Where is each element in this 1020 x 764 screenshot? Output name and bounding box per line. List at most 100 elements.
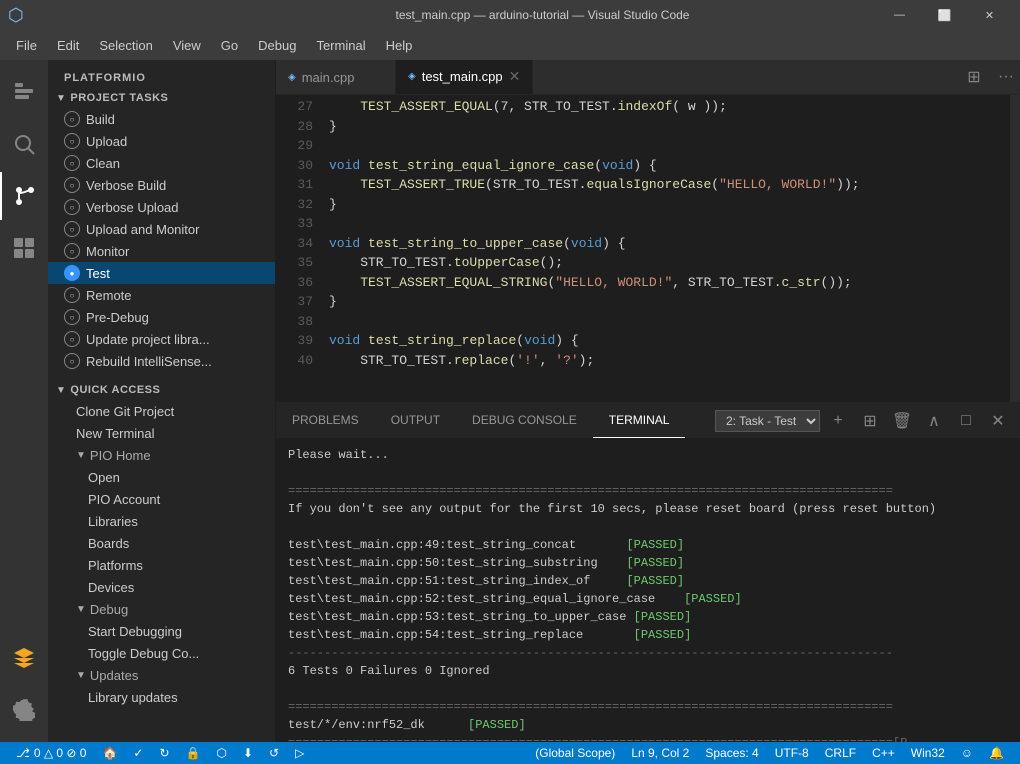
maximize-button[interactable]: ⬜ — [922, 0, 967, 30]
terminal-selector: 2: Task - Test — [715, 410, 820, 432]
library-updates[interactable]: Library updates — [48, 686, 275, 708]
updates-header[interactable]: ▼ Updates — [48, 664, 275, 686]
activity-extensions[interactable] — [0, 224, 48, 272]
sidebar: PLATFORMIO ▼ PROJECT TASKS ○ Build ○ Upl… — [48, 60, 276, 742]
split-editor-button[interactable]: ⊞ — [960, 63, 988, 91]
add-terminal-button[interactable]: + — [824, 407, 852, 435]
terminal-line: ========================================… — [288, 734, 1008, 742]
panel-maximize-button[interactable]: □ — [952, 407, 980, 435]
tab-main-cpp[interactable]: ◈ main.cpp — [276, 60, 396, 94]
task-clean[interactable]: ○ Clean — [48, 152, 275, 174]
minimize-button[interactable]: — — [877, 0, 922, 30]
task-upload-icon: ○ — [64, 133, 80, 149]
task-pre-debug[interactable]: ○ Pre-Debug — [48, 306, 275, 328]
status-spaces-label: Spaces: 4 — [705, 746, 758, 760]
terminal-content[interactable]: Please wait... =========================… — [276, 438, 1020, 742]
task-verbose-upload-icon: ○ — [64, 199, 80, 215]
status-git[interactable]: ⎇ 0 △ 0 ⊘ 0 — [8, 742, 94, 764]
more-actions-button[interactable]: ··· — [992, 63, 1020, 91]
status-sync[interactable]: ↻ — [151, 742, 177, 764]
panel-close-button[interactable]: ✕ — [984, 407, 1012, 435]
split-terminal-button[interactable]: ⊞ — [856, 407, 884, 435]
menu-file[interactable]: File — [8, 34, 45, 57]
panel-collapse-button[interactable]: ∧ — [920, 407, 948, 435]
editor-area: ◈ main.cpp ◈ test_main.cpp ✕ ⊞ ··· 27282… — [276, 60, 1020, 742]
task-update-libraries[interactable]: ○ Update project libra... — [48, 328, 275, 350]
task-rebuild-intellisense[interactable]: ○ Rebuild IntelliSense... — [48, 350, 275, 372]
pio-platforms[interactable]: Platforms — [48, 554, 275, 576]
status-encoding[interactable]: UTF-8 — [767, 742, 817, 764]
menu-terminal[interactable]: Terminal — [308, 34, 373, 57]
activity-explorer[interactable] — [0, 68, 48, 116]
activity-source-control[interactable] — [0, 172, 48, 220]
panel-tab-problems[interactable]: PROBLEMS — [276, 403, 375, 438]
menu-help[interactable]: Help — [378, 34, 421, 57]
window-controls: — ⬜ ✕ — [877, 0, 1012, 30]
status-eol[interactable]: CRLF — [817, 742, 864, 764]
status-platform-label: Win32 — [911, 746, 945, 760]
quick-access-header[interactable]: ▼ QUICK ACCESS — [48, 380, 275, 400]
task-verbose-build[interactable]: ○ Verbose Build — [48, 174, 275, 196]
pio-boards[interactable]: Boards — [48, 532, 275, 554]
status-check[interactable]: ✓ — [125, 742, 151, 764]
status-refresh[interactable]: ↺ — [261, 742, 287, 764]
pio-devices[interactable]: Devices — [48, 576, 275, 598]
task-verbose-upload[interactable]: ○ Verbose Upload — [48, 196, 275, 218]
task-upload[interactable]: ○ Upload — [48, 130, 275, 152]
status-cursor[interactable]: Ln 9, Col 2 — [623, 742, 697, 764]
kill-terminal-button[interactable]: 🗑 — [888, 407, 916, 435]
toggle-debug-console[interactable]: Toggle Debug Co... — [48, 642, 275, 664]
menu-selection[interactable]: Selection — [91, 34, 160, 57]
new-terminal[interactable]: New Terminal — [48, 422, 275, 444]
editor-split: 2728293031323334353637383940 TEST_ASSERT… — [276, 95, 1020, 402]
menu-debug[interactable]: Debug — [250, 34, 304, 57]
status-home[interactable]: 🏠 — [94, 742, 125, 764]
activity-platformio[interactable] — [0, 634, 48, 682]
panel-tab-output[interactable]: OUTPUT — [375, 403, 456, 438]
debug-header[interactable]: ▼ Debug — [48, 598, 275, 620]
code-area[interactable]: 2728293031323334353637383940 TEST_ASSERT… — [276, 95, 1020, 402]
terminal-line: 6 Tests 0 Failures 0 Ignored — [288, 662, 1008, 680]
close-button[interactable]: ✕ — [967, 0, 1012, 30]
status-bell[interactable]: 🔔 — [981, 742, 1012, 764]
pio-open[interactable]: Open — [48, 466, 275, 488]
task-remote[interactable]: ○ Remote — [48, 284, 275, 306]
status-lock[interactable]: 🔒 — [178, 742, 209, 764]
status-pio[interactable]: ⬡ — [209, 742, 235, 764]
task-upload-monitor[interactable]: ○ Upload and Monitor — [48, 218, 275, 240]
scrollbar-track[interactable] — [1010, 95, 1020, 402]
panel-tab-terminal[interactable]: TERMINAL — [593, 403, 686, 438]
tab-test-main-cpp[interactable]: ◈ test_main.cpp ✕ — [396, 60, 533, 94]
task-build[interactable]: ○ Build — [48, 108, 275, 130]
menu-view[interactable]: View — [165, 34, 209, 57]
status-spaces[interactable]: Spaces: 4 — [697, 742, 766, 764]
status-scope[interactable]: (Global Scope) — [527, 742, 623, 764]
project-tasks-header[interactable]: ▼ PROJECT TASKS — [48, 88, 275, 108]
tab-test-main-cpp-close[interactable]: ✕ — [509, 68, 521, 85]
code-content[interactable]: TEST_ASSERT_EQUAL(7, STR_TO_TEST.indexOf… — [321, 95, 1010, 402]
status-smiley[interactable]: ☺ — [953, 742, 981, 764]
pio-account[interactable]: PIO Account — [48, 488, 275, 510]
task-monitor[interactable]: ○ Monitor — [48, 240, 275, 262]
status-platform[interactable]: Win32 — [903, 742, 953, 764]
task-test[interactable]: ● Test — [48, 262, 275, 284]
status-language[interactable]: C++ — [864, 742, 903, 764]
activity-settings[interactable] — [0, 686, 48, 734]
status-download[interactable]: ⬇ — [235, 742, 261, 764]
status-play[interactable]: ▷ — [287, 742, 312, 764]
terminal-dropdown[interactable]: 2: Task - Test — [715, 410, 820, 432]
pio-libraries[interactable]: Libraries — [48, 510, 275, 532]
clone-git-project[interactable]: Clone Git Project — [48, 400, 275, 422]
sidebar-content: ▼ PROJECT TASKS ○ Build ○ Upload ○ Clean… — [48, 88, 275, 742]
panel-tab-debug-console[interactable]: DEBUG CONSOLE — [456, 403, 593, 438]
tab-test-main-cpp-label: test_main.cpp — [422, 69, 503, 84]
task-monitor-label: Monitor — [86, 244, 129, 259]
start-debugging[interactable]: Start Debugging — [48, 620, 275, 642]
menu-edit[interactable]: Edit — [49, 34, 87, 57]
activity-search[interactable] — [0, 120, 48, 168]
menu-go[interactable]: Go — [213, 34, 246, 57]
pio-home-header[interactable]: ▼ PIO Home — [48, 444, 275, 466]
titlebar: ⬡ test_main.cpp — arduino-tutorial — Vis… — [0, 0, 1020, 30]
task-rebuild-intellisense-icon: ○ — [64, 353, 80, 369]
task-pre-debug-icon: ○ — [64, 309, 80, 325]
